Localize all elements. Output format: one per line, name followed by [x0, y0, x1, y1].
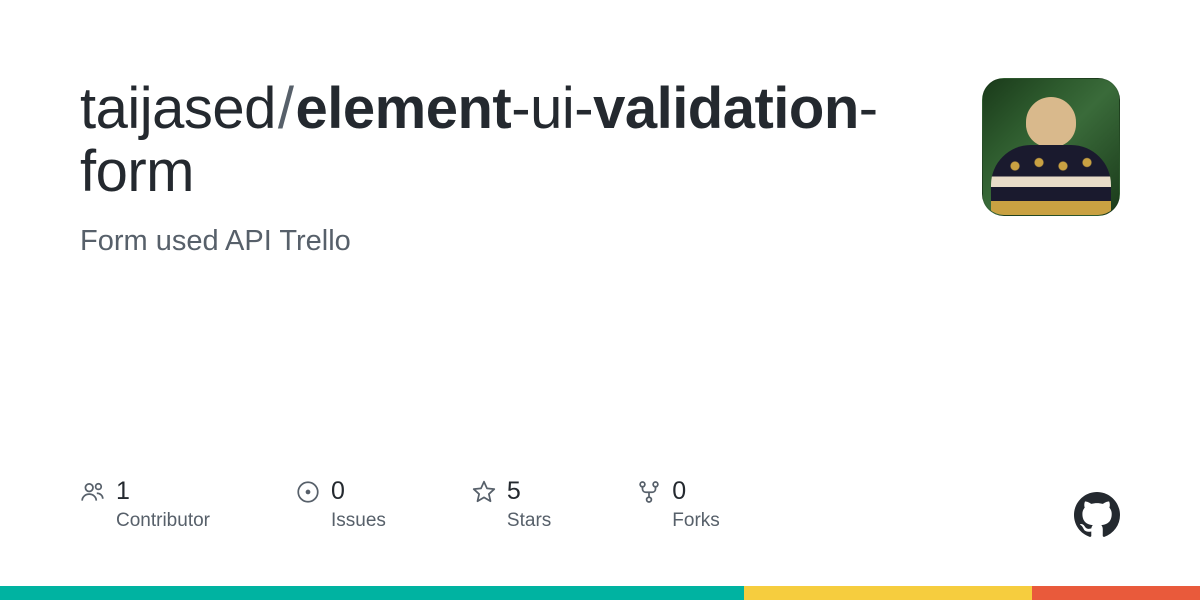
language-segment: [0, 586, 744, 600]
stat-issues: 0 Issues: [295, 477, 386, 532]
stat-top: 0: [636, 477, 720, 506]
stat-top: 1: [80, 477, 210, 506]
hyphen: -: [511, 76, 530, 141]
stat-forks: 0 Forks: [636, 477, 720, 532]
repo-name-seg3: validation: [593, 76, 859, 141]
language-bar: [0, 586, 1200, 600]
avatar: [982, 78, 1120, 216]
fork-icon: [636, 479, 662, 505]
repo-name-seg4: form: [80, 139, 194, 204]
stat-top: 5: [471, 477, 551, 506]
stat-top: 0: [295, 477, 386, 506]
issues-count: 0: [331, 477, 345, 506]
language-segment: [1032, 586, 1200, 600]
forks-label: Forks: [672, 510, 720, 532]
header-row: taijased/element-ui-validation-form Form…: [80, 78, 1120, 258]
issue-icon: [295, 479, 321, 505]
repo-name-seg1: element: [296, 76, 512, 141]
people-icon: [80, 479, 106, 505]
repo-owner: taijased: [80, 76, 276, 141]
star-icon: [471, 479, 497, 505]
stars-label: Stars: [507, 510, 551, 532]
hyphen: -: [574, 76, 593, 141]
github-logo-icon: [1074, 492, 1120, 538]
hyphen: -: [859, 76, 878, 141]
stat-contributors: 1 Contributor: [80, 477, 210, 532]
issues-label: Issues: [331, 510, 386, 532]
language-segment: [744, 586, 1032, 600]
stars-count: 5: [507, 477, 521, 506]
forks-count: 0: [672, 477, 686, 506]
contributors-label: Contributor: [116, 510, 210, 532]
social-card: taijased/element-ui-validation-form Form…: [0, 0, 1200, 600]
stat-stars: 5 Stars: [471, 477, 551, 532]
contributors-count: 1: [116, 477, 130, 506]
repo-title: taijased/element-ui-validation-form: [80, 78, 942, 203]
title-block: taijased/element-ui-validation-form Form…: [80, 78, 982, 258]
repo-name-seg2: ui: [530, 76, 574, 141]
owner-separator: /: [276, 76, 296, 141]
stats-row: 1 Contributor 0 Issues 5 Stars: [80, 477, 720, 532]
repo-description: Form used API Trello: [80, 225, 942, 258]
